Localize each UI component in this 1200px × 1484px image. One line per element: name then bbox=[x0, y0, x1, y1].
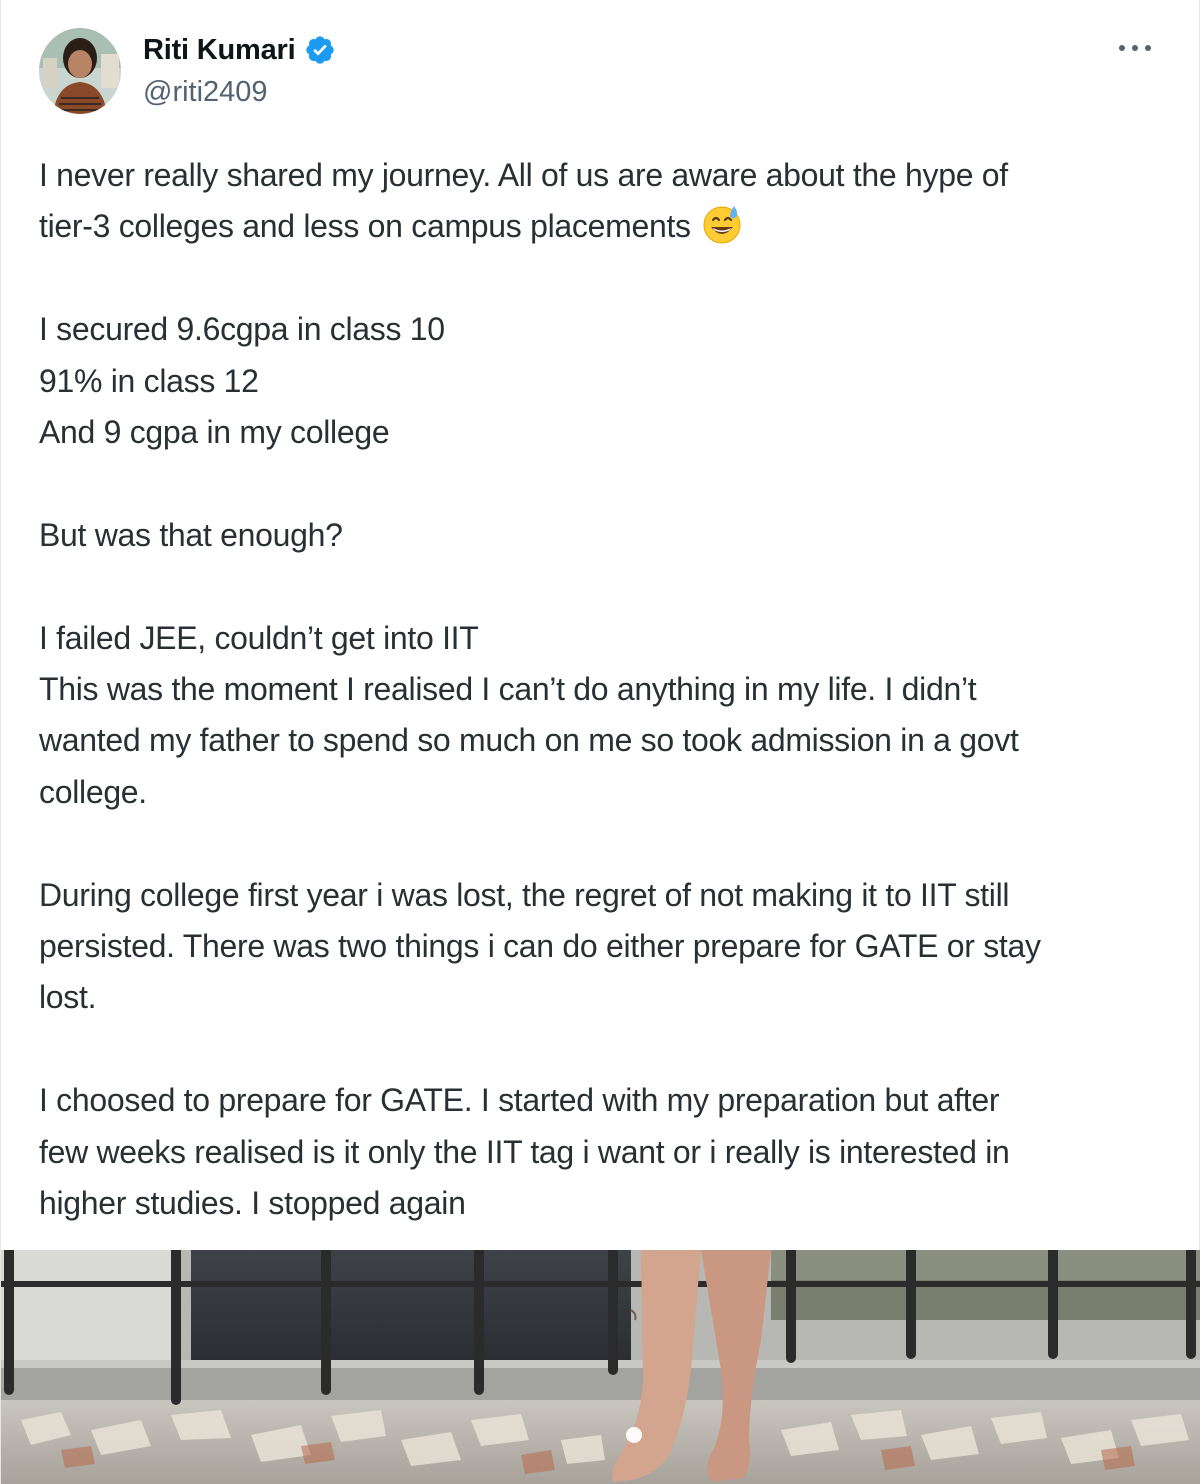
text-line: higher studies. I stopped again bbox=[39, 1185, 466, 1222]
user-handle[interactable]: @riti2409 bbox=[143, 76, 336, 109]
paragraph: I secured 9.6cgpa in class 10 91% in cla… bbox=[39, 304, 1169, 458]
paragraph: During college first year i was lost, th… bbox=[39, 870, 1169, 1024]
avatar[interactable] bbox=[39, 28, 121, 114]
grinning-sweat-emoji-icon bbox=[701, 203, 743, 245]
text-line: I never really shared my journey. All of… bbox=[39, 157, 1008, 193]
text-line: 91% in class 12 bbox=[39, 362, 259, 399]
text-line: And 9 cgpa in my college bbox=[39, 414, 390, 451]
more-dot bbox=[1132, 45, 1138, 51]
avatar-image bbox=[39, 28, 121, 114]
carousel-indicator[interactable] bbox=[626, 1427, 642, 1443]
paragraph: I never really shared my journey. All of… bbox=[39, 150, 1169, 253]
text-line: But was that enough? bbox=[39, 516, 343, 553]
paragraph: But was that enough? bbox=[39, 510, 1169, 561]
post-text: I never really shared my journey. All of… bbox=[39, 150, 1169, 1229]
display-name[interactable]: Riti Kumari bbox=[143, 34, 296, 67]
post-header: Riti Kumari @riti2409 bbox=[39, 26, 1163, 116]
text-line: persisted. There was two things i can do… bbox=[39, 928, 1041, 965]
text-line: I failed JEE, couldn’t get into IIT bbox=[39, 619, 479, 656]
text-line: college. bbox=[39, 773, 147, 810]
text-line: I secured 9.6cgpa in class 10 bbox=[39, 311, 445, 348]
post-card: Riti Kumari @riti2409 I never really sha… bbox=[0, 0, 1200, 1484]
text-line: wanted my father to spend so much on me … bbox=[39, 722, 1019, 759]
photo-image bbox=[1, 1250, 1200, 1484]
text-line: During college first year i was lost, th… bbox=[39, 876, 1010, 913]
more-dot bbox=[1145, 45, 1151, 51]
post-media-photo[interactable] bbox=[1, 1250, 1200, 1484]
paragraph: I choosed to prepare for GATE. I started… bbox=[39, 1075, 1169, 1229]
paragraph: I failed JEE, couldn’t get into IIT This… bbox=[39, 613, 1169, 819]
text-line: I choosed to prepare for GATE. I started… bbox=[39, 1082, 1000, 1119]
more-options-button[interactable] bbox=[1113, 32, 1157, 64]
name-row: Riti Kumari bbox=[143, 30, 336, 70]
text-line: This was the moment I realised I can’t d… bbox=[39, 671, 977, 708]
text-line: lost. bbox=[39, 979, 97, 1016]
text-line: tier-3 colleges and less on campus place… bbox=[39, 201, 1169, 252]
verified-badge-icon[interactable] bbox=[304, 34, 336, 66]
more-dot bbox=[1119, 45, 1125, 51]
author-block: Riti Kumari @riti2409 bbox=[143, 30, 336, 109]
text-line: few weeks realised is it only the IIT ta… bbox=[39, 1133, 1010, 1170]
